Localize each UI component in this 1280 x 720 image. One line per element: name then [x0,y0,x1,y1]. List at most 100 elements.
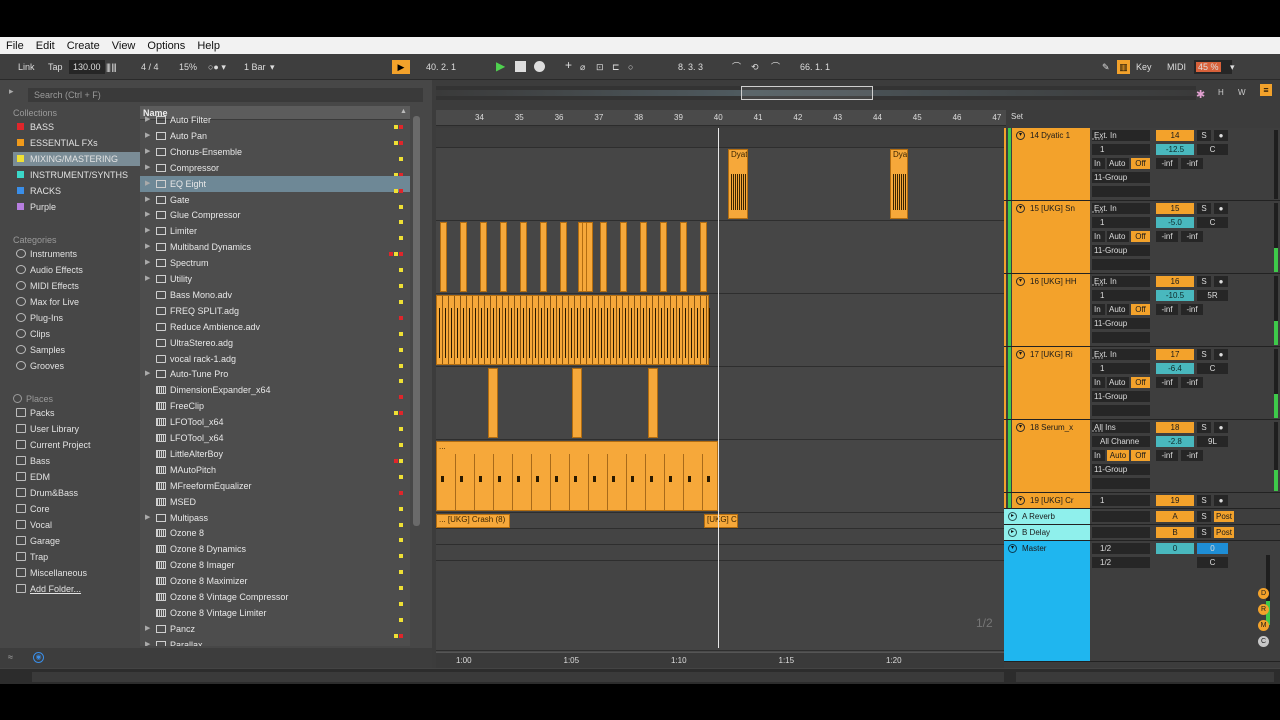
beat-time-ruler[interactable]: 34 35 36 37 38 39 40 41 42 43 44 45 46 47 [436,110,1006,126]
file-row[interactable]: ▶ Glue Compressor [140,207,410,225]
expand-arrow-icon[interactable]: ▶ [145,255,150,271]
place-item[interactable]: Bass [13,454,141,468]
input-channel-select[interactable]: 1 [1092,290,1150,301]
menu-file[interactable]: File [0,40,30,52]
category-item[interactable]: MIDI Effects [13,279,141,293]
clip-snare[interactable] [660,222,667,292]
file-row[interactable]: ▶ EQ Eight [140,175,410,193]
lane-dyatic[interactable]: Dyat Dya [436,148,1004,221]
solo-button[interactable]: S [1197,422,1211,433]
clip-snare[interactable] [440,222,447,292]
input-channel-select[interactable]: 1 [1092,363,1150,374]
stop-icon[interactable] [515,61,526,72]
fold-icon[interactable]: ▾ [1016,131,1025,140]
arm-button[interactable]: ● [1214,349,1228,360]
post-button[interactable]: Post [1214,527,1234,538]
file-row[interactable]: Bass Mono.adv [140,287,410,304]
place-item[interactable]: Trap [13,550,141,564]
arm-button[interactable]: ● [1214,130,1228,141]
file-row[interactable]: ▶ Compressor [140,160,410,177]
loop-length-field[interactable]: 66. 1. 1 [800,60,830,74]
monitor-off-button[interactable]: Off [1131,158,1150,169]
monitor-in-button[interactable]: In [1092,231,1105,242]
clip-crash-b[interactable]: [UKG] C [704,514,738,528]
arrangement-overview[interactable] [436,86,1196,100]
lane-hihat[interactable] [436,294,1004,367]
lane-snare[interactable] [436,221,1004,294]
file-row[interactable]: Ozone 8 Imager [140,557,410,575]
expand-arrow-icon[interactable]: ▶ [145,128,150,144]
draw-mode-icon[interactable]: ✎ [1102,60,1110,74]
follow-icon[interactable]: ○● ▾ [208,60,226,74]
play-icon[interactable]: ▶ [496,59,505,73]
track-activator-button[interactable]: 14 [1156,130,1194,141]
clip-snare[interactable] [620,222,627,292]
solo-button[interactable]: S [1197,203,1211,214]
cue-out-select[interactable]: 1/2 [1092,543,1150,554]
browser-search-input[interactable]: Search (Ctrl + F) [28,88,423,102]
punch-out-icon[interactable]: ⌒ [771,60,780,74]
output-routing-select[interactable]: 11-Group [1092,464,1150,475]
monitor-off-button[interactable]: Off [1131,231,1150,242]
collection-item[interactable]: RACKS [13,184,141,198]
solo-button[interactable]: S [1197,276,1211,287]
menu-options[interactable]: Options [141,40,191,52]
cpu-chevron-icon[interactable]: ▾ [1230,60,1235,74]
mixer-toggle-button[interactable]: C [1258,636,1269,647]
session-record-icon[interactable]: ○ [628,60,633,74]
fold-icon[interactable]: ▾ [1016,496,1025,505]
clip-snare[interactable] [700,222,707,292]
menu-edit[interactable]: Edit [30,40,61,52]
file-row[interactable]: Ozone 8 Dynamics [140,541,410,559]
output-routing-select[interactable]: 11-Group [1092,245,1150,256]
clip-snare[interactable] [586,222,593,292]
file-row[interactable]: LFOTool_x64 [140,414,410,432]
file-row[interactable]: MAutoPitch [140,462,410,479]
file-row[interactable]: MFreeformEqualizer [140,478,410,495]
play-icon[interactable]: ▸ [1008,528,1017,537]
return-activator-button[interactable]: A [1156,511,1194,522]
track-activator-button[interactable]: 19 [1156,495,1194,506]
clip-ride[interactable] [572,368,582,438]
file-row[interactable]: ▶ Gate [140,192,410,209]
clip-dyatic-b[interactable]: Dya [890,149,908,219]
input-channel-select[interactable]: 1 [1092,144,1150,155]
output-channel-select[interactable] [1092,478,1150,489]
solo-button[interactable]: S [1197,511,1211,522]
lane-ride[interactable] [436,367,1004,440]
file-row[interactable]: ▶ Utility [140,271,410,288]
hide-icon[interactable]: ≈ [8,652,13,662]
clip-serum-midi[interactable]: ... [436,441,719,511]
master-header[interactable]: ▾ Master [1004,541,1090,661]
expand-arrow-icon[interactable]: ▶ [145,239,150,255]
collection-item[interactable]: Purple [13,200,141,214]
expand-arrow-icon[interactable]: ▶ [145,176,150,192]
clip-ride[interactable] [648,368,658,438]
monitor-in-button[interactable]: In [1092,158,1105,169]
menu-help[interactable]: Help [191,40,226,52]
master-volume-field[interactable]: 0 [1197,543,1228,554]
category-item[interactable]: Plug-Ins [13,311,141,325]
file-row[interactable]: LittleAlterBoy [140,446,410,463]
fold-icon[interactable]: ▾ [1016,204,1025,213]
time-signature-field[interactable]: 4 / 4 [141,60,159,74]
output-channel-select[interactable] [1092,332,1150,343]
lane-return-b[interactable] [436,545,1004,561]
pan-field[interactable]: 5R [1197,290,1228,301]
midi-map-button[interactable]: MIDI [1167,60,1186,74]
category-item[interactable]: Audio Effects [13,263,141,277]
clip-snare[interactable] [500,222,507,292]
volume-field[interactable]: -12.5 [1156,144,1194,155]
file-row[interactable]: DimensionExpander_x64 [140,382,410,400]
expand-arrow-icon[interactable]: ▶ [145,112,150,128]
expand-arrow-icon[interactable]: ▶ [145,637,150,646]
track-header[interactable]: ▾ 17 [UKG] Ri [1012,347,1090,419]
clip-snare[interactable] [460,222,467,292]
expand-arrow-icon[interactable]: ▶ [145,510,150,526]
file-row[interactable]: ▶ Parallax [140,637,410,646]
clip-ride[interactable] [488,368,498,438]
quantize-select[interactable]: 1 Bar [244,60,266,74]
file-row[interactable]: Ozone 8 Vintage Compressor [140,589,410,606]
fold-icon[interactable]: ▾ [1008,544,1017,553]
track-header[interactable]: ▾ 14 Dyatic 1 [1012,128,1090,200]
